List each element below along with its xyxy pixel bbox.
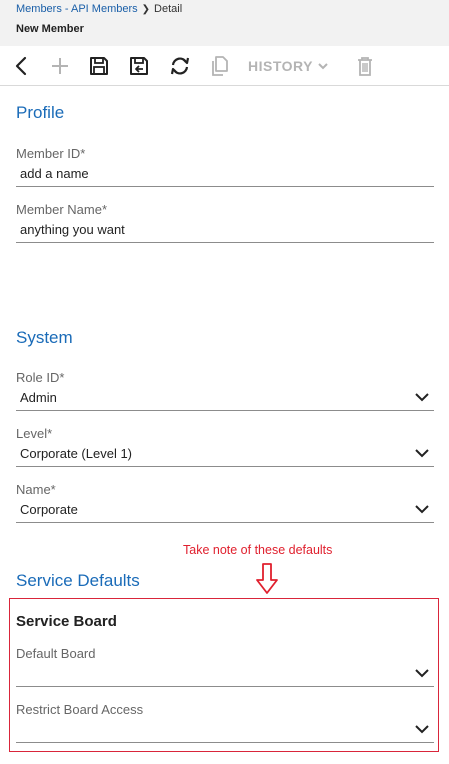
breadcrumb: Members - API Members ❯ Detail (16, 3, 182, 15)
member-name-label: Member Name* (16, 202, 108, 217)
role-id-underline (16, 410, 434, 411)
history-dropdown-button[interactable]: HISTORY (248, 58, 328, 74)
chevron-down-icon[interactable] (414, 392, 430, 402)
copy-icon[interactable] (210, 55, 230, 77)
name-underline (16, 522, 434, 523)
level-label: Level* (16, 426, 53, 441)
level-underline (16, 466, 434, 467)
restrict-board-access-label: Restrict Board Access (16, 702, 144, 717)
member-name-underline (16, 242, 434, 243)
toolbar: HISTORY (0, 46, 449, 86)
section-title-service-defaults: Service Defaults (16, 571, 140, 590)
add-icon[interactable] (49, 55, 71, 77)
role-id-select[interactable]: Admin (20, 390, 57, 405)
arrow-down-icon (256, 563, 278, 594)
page-title: New Member (16, 23, 84, 35)
back-icon[interactable] (10, 55, 32, 77)
default-board-underline (16, 686, 434, 687)
member-id-underline (16, 186, 434, 187)
history-label: HISTORY (248, 58, 313, 74)
member-id-input[interactable]: add a name (20, 166, 89, 181)
chevron-down-icon[interactable] (414, 448, 430, 458)
breadcrumb-separator-icon: ❯ (141, 4, 151, 15)
save-icon[interactable] (88, 55, 110, 77)
section-title-system: System (16, 328, 73, 347)
subsection-title-service-board: Service Board (16, 613, 117, 630)
member-name-input[interactable]: anything you want (20, 222, 125, 237)
save-and-close-icon[interactable] (128, 55, 150, 77)
name-label: Name* (16, 482, 56, 497)
page-header: Members - API Members ❯ Detail New Member (0, 0, 449, 46)
role-id-label: Role ID* (16, 370, 65, 385)
chevron-down-icon[interactable] (414, 668, 430, 678)
restrict-board-access-underline (16, 742, 434, 743)
member-id-label: Member ID* (16, 146, 86, 161)
breadcrumb-current: Detail (154, 3, 183, 15)
annotation-text: Take note of these defaults (183, 543, 333, 557)
chevron-down-icon (318, 62, 328, 69)
name-select[interactable]: Corporate (20, 502, 78, 517)
chevron-down-icon[interactable] (414, 724, 430, 734)
level-select[interactable]: Corporate (Level 1) (20, 446, 132, 461)
chevron-down-icon[interactable] (414, 504, 430, 514)
default-board-label: Default Board (16, 646, 96, 661)
delete-icon[interactable] (355, 55, 375, 77)
breadcrumb-link-api-members[interactable]: Members - API Members (16, 3, 138, 15)
section-title-profile: Profile (16, 103, 65, 122)
refresh-icon[interactable] (168, 55, 192, 77)
